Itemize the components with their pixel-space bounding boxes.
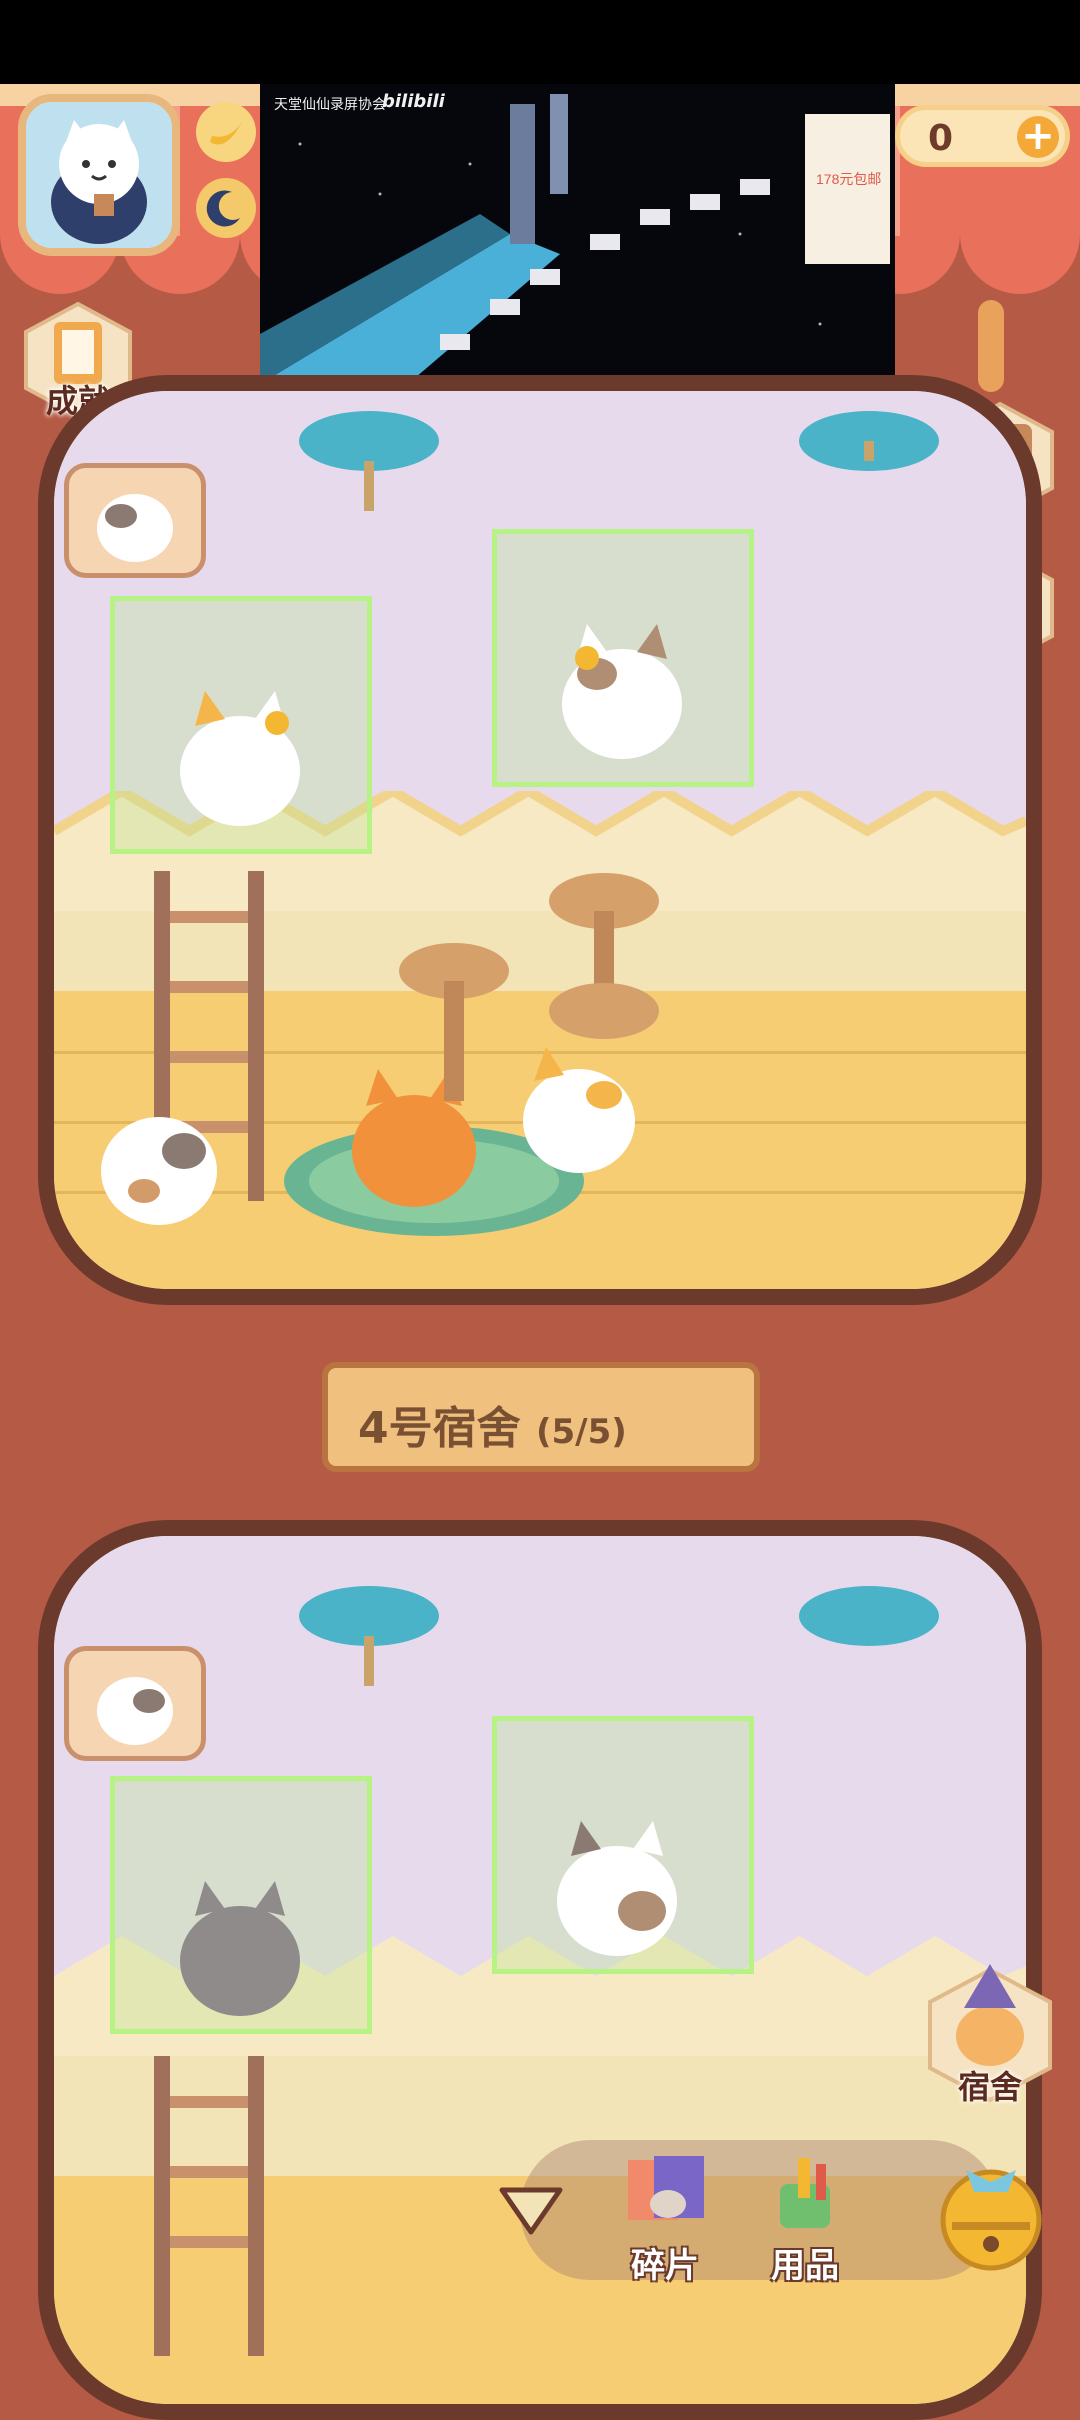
cat-slot-2[interactable] bbox=[492, 1716, 754, 1974]
cat-face-icon bbox=[97, 494, 173, 562]
fragments-label: 碎片 bbox=[631, 2246, 699, 2286]
ceiling-lamp-right bbox=[799, 1586, 939, 1646]
bilibili-logo: bilibili bbox=[382, 91, 445, 112]
ceiling-lamp-left bbox=[299, 411, 439, 511]
dorm-room-next bbox=[38, 1520, 1042, 2420]
calico-cat-icon bbox=[180, 691, 300, 826]
supplies-bag-icon bbox=[780, 2158, 830, 2228]
svg-text:178元包邮: 178元包邮 bbox=[816, 171, 881, 187]
player-avatar[interactable] bbox=[18, 94, 180, 256]
room-capacity: (5/5) bbox=[535, 1412, 627, 1452]
dorm-button[interactable]: 宿舍 bbox=[920, 1960, 1060, 2110]
calico-cat-icon bbox=[557, 1821, 677, 1956]
supplies-button[interactable]: 用品 bbox=[750, 2154, 860, 2287]
supplies-label: 用品 bbox=[771, 2246, 839, 2286]
cat-slot-1[interactable] bbox=[110, 1776, 372, 2034]
coin-counter: 0 + bbox=[895, 105, 1070, 167]
banana-icon[interactable] bbox=[196, 102, 256, 162]
bell-icon[interactable] bbox=[926, 2148, 1056, 2278]
video-channel-title: 天堂仙仙录屏协会 bbox=[274, 97, 386, 113]
dorm-label: 宿舍 bbox=[957, 2068, 1022, 2106]
cat-portrait-badge[interactable] bbox=[64, 1646, 206, 1761]
collapse-arrow-icon[interactable] bbox=[496, 2184, 566, 2238]
room-name: 4号宿舍 bbox=[358, 1403, 521, 1454]
moon-gem-icon[interactable] bbox=[196, 178, 256, 238]
rope-decoration bbox=[978, 300, 1004, 392]
cat-slot-2[interactable] bbox=[492, 529, 754, 787]
ladder bbox=[154, 2056, 264, 2356]
ceiling-lamp-right bbox=[799, 411, 939, 471]
status-bar bbox=[0, 0, 1080, 84]
cat-avatar-icon bbox=[26, 102, 172, 248]
coin-value: 0 bbox=[928, 118, 954, 159]
add-coin-button[interactable]: + bbox=[1017, 116, 1059, 158]
gray-cat-icon bbox=[180, 1881, 300, 2016]
dorm-room-4 bbox=[38, 375, 1042, 1305]
fragments-button[interactable]: 碎片 bbox=[610, 2154, 720, 2287]
cat-face-icon bbox=[97, 1677, 173, 1745]
cat-slot-1[interactable] bbox=[110, 596, 372, 854]
tricolor-cat-icon bbox=[101, 1117, 217, 1225]
photo-fragment-icon bbox=[628, 2156, 704, 2220]
cat-tree-stools bbox=[399, 873, 659, 1101]
room-name-sign: 4号宿舍 (5/5) bbox=[322, 1362, 760, 1472]
ceiling-lamp-left bbox=[299, 1586, 439, 1686]
cat-portrait-badge[interactable] bbox=[64, 463, 206, 578]
calico-cat-icon bbox=[562, 624, 682, 759]
